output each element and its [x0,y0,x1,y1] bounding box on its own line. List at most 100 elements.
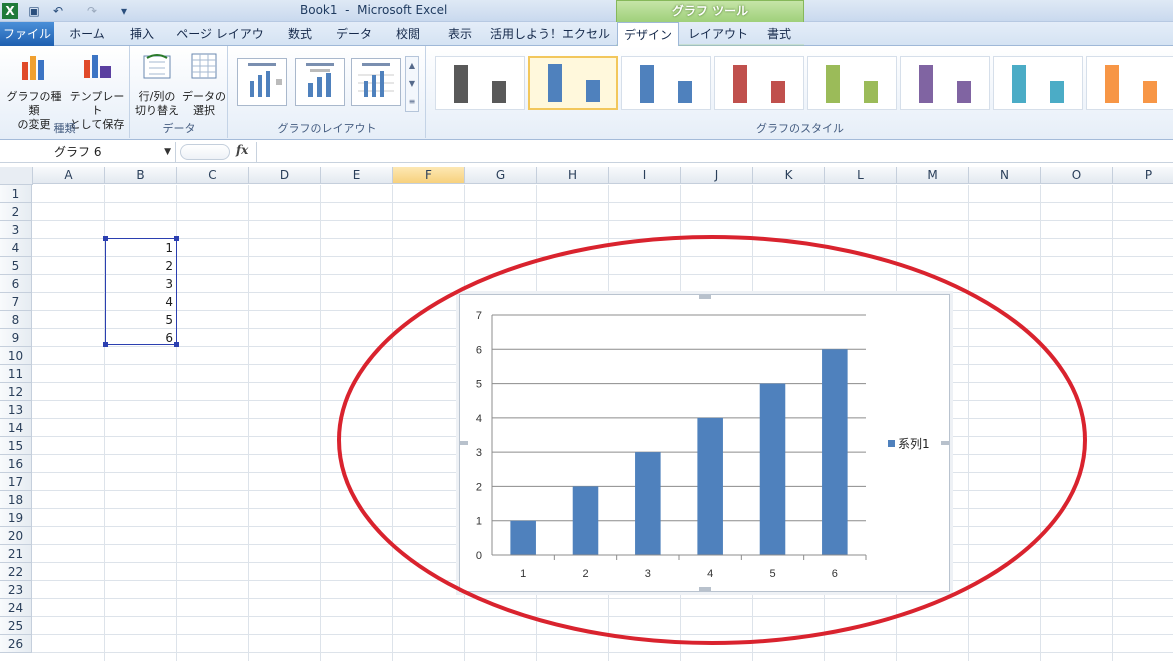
row-header-10[interactable]: 10 [0,347,32,365]
row-header-15[interactable]: 15 [0,437,32,455]
column-header-c[interactable]: C [177,167,249,184]
range-handle-top-right[interactable] [174,236,179,241]
chart-style-3[interactable] [621,56,711,110]
row-header-17[interactable]: 17 [0,473,32,491]
chart-object[interactable]: 0 1 2 3 4 5 6 7 1 2 3 4 5 6 系列1 [456,294,953,592]
row-header-7[interactable]: 7 [0,293,32,311]
column-header-l[interactable]: L [825,167,897,184]
redo-icon[interactable]: ↷ [84,3,100,19]
layout-option-1[interactable] [237,58,287,106]
column-header-k[interactable]: K [753,167,825,184]
layout-option-3[interactable] [351,58,401,106]
row-header-13[interactable]: 13 [0,401,32,419]
tab-view[interactable]: 表示 [438,22,482,46]
row-header-14[interactable]: 14 [0,419,32,437]
row-header-9[interactable]: 9 [0,329,32,347]
x-tick-label: 5 [769,568,775,580]
chart-tools-header: グラフ ツール [616,0,804,22]
column-header-p[interactable]: P [1113,167,1173,184]
grid-hline [32,256,1173,257]
y-tick-label: 7 [476,310,482,322]
name-box[interactable]: グラフ 6 ▼ [0,142,176,162]
column-header-e[interactable]: E [321,167,393,184]
column-header-f[interactable]: F [393,167,465,184]
style-gallery [427,46,1173,116]
row-header-3[interactable]: 3 [0,221,32,239]
excel-app-icon[interactable]: X [2,3,18,19]
column-header-a[interactable]: A [33,167,105,184]
row-header-26[interactable]: 26 [0,635,32,653]
column-header-m[interactable]: M [897,167,969,184]
column-header-h[interactable]: H [537,167,609,184]
style-preview-bar [771,81,785,103]
range-handle-bottom-right[interactable] [174,342,179,347]
chart-bar [635,452,661,555]
row-header-18[interactable]: 18 [0,491,32,509]
tab-page-layout[interactable]: ページ レイアウト [172,22,268,65]
grid-hline [32,598,1173,599]
tab-review[interactable]: 校閲 [386,22,430,46]
style-preview-bar [640,65,654,103]
row-header-11[interactable]: 11 [0,365,32,383]
tab-format[interactable]: 書式 [756,22,802,46]
chart-style-7[interactable] [993,56,1083,110]
style-preview-bar [733,65,747,103]
save-icon[interactable]: ▣ [26,3,42,19]
row-header-22[interactable]: 22 [0,563,32,581]
chart-style-4[interactable] [714,56,804,110]
formula-input[interactable] [256,142,1172,162]
chart-style-8[interactable] [1086,56,1173,110]
chart-style-1[interactable] [435,56,525,110]
column-header-j[interactable]: J [681,167,753,184]
row-header-24[interactable]: 24 [0,599,32,617]
column-header-i[interactable]: I [609,167,681,184]
tab-design[interactable]: デザイン [617,22,679,47]
formula-bar-splitter[interactable] [180,144,230,160]
y-tick-label: 5 [476,379,482,391]
select-data-button[interactable]: データの 選択 [181,50,227,118]
row-header-8[interactable]: 8 [0,311,32,329]
chart-resize-handle [456,441,468,445]
chart-style-6[interactable] [900,56,990,110]
customize-toolbar-icon[interactable]: ▾ [116,3,132,19]
tab-formulas[interactable]: 数式 [278,22,322,46]
layout-gallery-scroll[interactable]: ▲ ▼ ≡ [405,56,419,112]
tab-katsuyou-excel[interactable]: 活用しよう！エクセル [490,22,610,46]
tab-insert[interactable]: 挿入 [120,22,164,46]
tab-layout[interactable]: レイアウト [684,22,752,46]
row-header-25[interactable]: 25 [0,617,32,635]
tab-data[interactable]: データ [330,22,378,46]
switch-row-column-button[interactable]: 行/列の 切り替え [133,50,181,118]
row-header-19[interactable]: 19 [0,509,32,527]
column-header-b[interactable]: B [105,167,177,184]
range-handle-top-left[interactable] [103,236,108,241]
chart-bar [510,520,536,555]
row-header-6[interactable]: 6 [0,275,32,293]
column-header-g[interactable]: G [465,167,537,184]
row-header-5[interactable]: 5 [0,257,32,275]
x-tick-label: 3 [645,568,651,580]
insert-function-icon[interactable]: fx [236,143,248,157]
row-header-20[interactable]: 20 [0,527,32,545]
select-all-corner[interactable] [0,167,33,185]
undo-icon[interactable]: ↶ [50,3,66,19]
row-header-12[interactable]: 12 [0,383,32,401]
row-header-4[interactable]: 4 [0,239,32,257]
range-handle-bottom-left[interactable] [103,342,108,347]
row-header-16[interactable]: 16 [0,455,32,473]
name-box-dropdown-icon[interactable]: ▼ [164,142,171,162]
row-header-21[interactable]: 21 [0,545,32,563]
row-header-1[interactable]: 1 [0,185,32,203]
column-header-o[interactable]: O [1041,167,1113,184]
layout-option-2[interactable] [295,58,345,106]
column-header-n[interactable]: N [969,167,1041,184]
chart-style-5[interactable] [807,56,897,110]
row-header-2[interactable]: 2 [0,203,32,221]
row-header-23[interactable]: 23 [0,581,32,599]
column-header-d[interactable]: D [249,167,321,184]
x-tick-label: 6 [832,568,838,580]
tab-file[interactable]: ファイル [0,22,54,46]
tab-home[interactable]: ホーム [62,22,112,46]
style-preview-bar [919,65,933,103]
chart-style-2[interactable] [528,56,618,110]
